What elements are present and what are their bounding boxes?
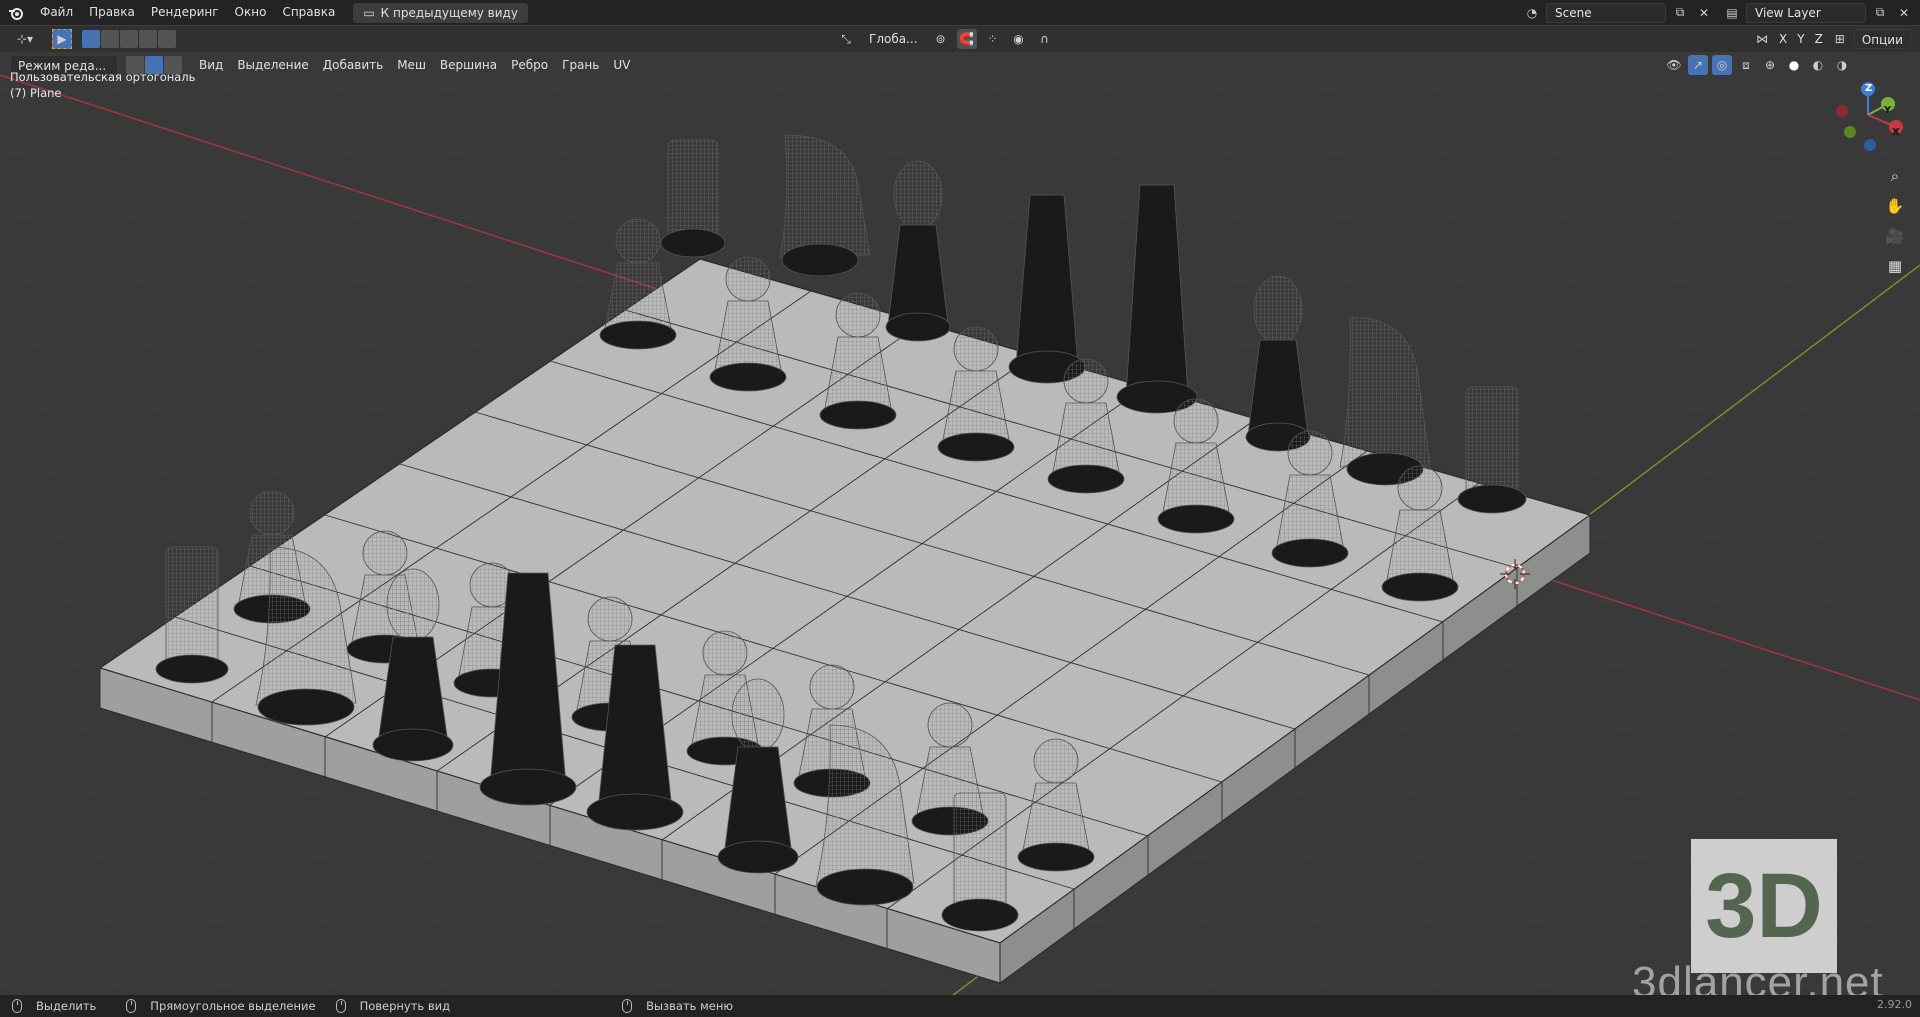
status-rotate-label: Повернуть вид: [359, 999, 451, 1013]
viewport-scene: [0, 25, 1920, 995]
version-label: 2.92.0: [1877, 998, 1912, 1011]
menu-edit[interactable]: Правка: [81, 0, 143, 25]
view-layer-selector: ▤ View Layer ⧉ ✕: [1722, 2, 1914, 23]
rendered-shading-icon[interactable]: ◑: [1832, 55, 1852, 75]
proportional-edit-icon[interactable]: ◉: [1009, 29, 1029, 49]
back-to-previous-button[interactable]: ▭ К предыдущему виду: [353, 2, 528, 23]
menu-select[interactable]: Выделение: [230, 55, 315, 75]
copy-scene-icon[interactable]: ⧉: [1670, 3, 1690, 23]
rook-back-right: [1457, 386, 1527, 514]
gizmo-toggle-icon[interactable]: ↗: [1688, 55, 1708, 75]
status-rotate: Повернуть вид: [335, 999, 451, 1013]
zoom-icon[interactable]: ⌕: [1882, 163, 1908, 189]
xray-icon[interactable]: ⧈: [1736, 55, 1756, 75]
auto-merge-icon[interactable]: ⊞: [1830, 29, 1850, 49]
3d-logo-watermark: 3D: [1691, 839, 1837, 973]
visibility-icon[interactable]: 👁: [1664, 55, 1684, 75]
snap-toggle-icon[interactable]: 🧲: [956, 29, 977, 49]
transform-orientation-icon[interactable]: ⤡: [836, 29, 856, 49]
solid-shading-icon[interactable]: ●: [1784, 55, 1804, 75]
back-button-label: К предыдущему виду: [380, 5, 518, 20]
material-shading-icon[interactable]: ◐: [1808, 55, 1828, 75]
view-name-label: Пользовательская ортогональ: [10, 70, 196, 84]
select-mode-buttons: [82, 30, 176, 48]
select-extend-icon[interactable]: [101, 30, 119, 48]
gizmo-x-label[interactable]: X: [1892, 127, 1900, 138]
status-box-select: Прямоугольное выделение: [126, 999, 316, 1013]
pan-hand-icon[interactable]: ✋: [1882, 193, 1908, 219]
snap-target-icon[interactable]: ⁘: [983, 29, 1003, 49]
mirror-x-toggle[interactable]: X: [1776, 29, 1790, 49]
mirror-y-toggle[interactable]: Y: [1794, 29, 1807, 49]
mouse-drag-icon: [126, 999, 137, 1013]
mirror-icon[interactable]: ⋈: [1752, 29, 1772, 49]
scene-selector: ◔ Scene ⧉ ✕: [1522, 2, 1714, 23]
close-scene-icon[interactable]: ✕: [1694, 3, 1714, 23]
overlay-toggle-icon[interactable]: ◎: [1712, 55, 1732, 75]
copy-layer-icon[interactable]: ⧉: [1870, 3, 1890, 23]
status-call-menu-label: Вызвать меню: [646, 999, 734, 1013]
gizmo-y-label[interactable]: Y: [1884, 105, 1891, 116]
status-select-label: Выделить: [36, 999, 97, 1013]
menu-window[interactable]: Окно: [227, 0, 275, 25]
select-new-icon[interactable]: [82, 30, 100, 48]
menu-file[interactable]: Файл: [32, 0, 81, 25]
menu-mesh[interactable]: Меш: [390, 55, 433, 75]
status-box-select-label: Прямоугольное выделение: [150, 999, 316, 1013]
editor-type-icon[interactable]: ⊹▾: [10, 29, 40, 49]
scene-icon[interactable]: ◔: [1522, 3, 1542, 23]
3d-viewport[interactable]: X Y Z ⊹▾ ▶ ⤡ Глоба... ⊚ 🧲 ⁘ ◉ ∩ ⋈ X Y Z …: [0, 25, 1920, 995]
menu-view[interactable]: Вид: [192, 55, 230, 75]
top-bar: Файл Правка Рендеринг Окно Справка ▭ К п…: [0, 0, 1920, 25]
tool-settings-row: ⊹▾ ▶ ⤡ Глоба... ⊚ 🧲 ⁘ ◉ ∩ ⋈ X Y Z ⊞ Опци…: [0, 26, 1920, 52]
screen-icon: ▭: [363, 5, 375, 20]
status-select: Выделить: [12, 999, 96, 1013]
menu-edge[interactable]: Ребро: [504, 55, 555, 75]
mouse-right-icon: [622, 999, 633, 1013]
select-subtract-icon[interactable]: [120, 30, 138, 48]
menu-uv[interactable]: UV: [606, 55, 637, 75]
close-layer-icon[interactable]: ✕: [1894, 3, 1914, 23]
options-dropdown[interactable]: Опции: [1853, 29, 1911, 49]
status-bar: Выделить Прямоугольное выделение Поверну…: [0, 995, 1920, 1017]
select-tool-icon[interactable]: ▶: [52, 29, 72, 49]
menu-face[interactable]: Грань: [555, 55, 606, 75]
blender-logo-icon[interactable]: [0, 0, 32, 25]
gizmo-z-label[interactable]: Z: [1865, 83, 1872, 94]
object-name-label: (7) Plane: [10, 86, 62, 100]
grid-perspective-icon[interactable]: ▦: [1882, 253, 1908, 279]
menu-add[interactable]: Добавить: [316, 55, 390, 75]
select-difference-icon[interactable]: [139, 30, 157, 48]
menu-render[interactable]: Рендеринг: [143, 0, 227, 25]
pivot-point-icon[interactable]: ⊚: [931, 29, 951, 49]
falloff-icon[interactable]: ∩: [1035, 29, 1055, 49]
wireframe-shading-icon[interactable]: ⊕: [1760, 55, 1780, 75]
menu-vertex[interactable]: Вершина: [433, 55, 504, 75]
mirror-z-toggle[interactable]: Z: [1812, 29, 1826, 49]
mouse-left-icon: [12, 999, 22, 1013]
viewport-header: Режим реда... Вид Выделение Добавить Меш…: [0, 52, 1920, 78]
transform-orientation-dropdown[interactable]: Глоба...: [862, 29, 925, 49]
scene-name-field[interactable]: Scene: [1546, 2, 1666, 23]
view-layer-icon[interactable]: ▤: [1722, 3, 1742, 23]
view-layer-field[interactable]: View Layer: [1746, 2, 1866, 23]
mouse-middle-icon: [335, 999, 346, 1013]
rook-back-left: [660, 139, 726, 258]
menu-help[interactable]: Справка: [274, 0, 343, 25]
select-intersect-icon[interactable]: [158, 30, 176, 48]
rook-front-left: [155, 546, 229, 684]
status-call-menu: Вызвать меню: [622, 999, 733, 1013]
camera-icon[interactable]: 🎥: [1882, 223, 1908, 249]
